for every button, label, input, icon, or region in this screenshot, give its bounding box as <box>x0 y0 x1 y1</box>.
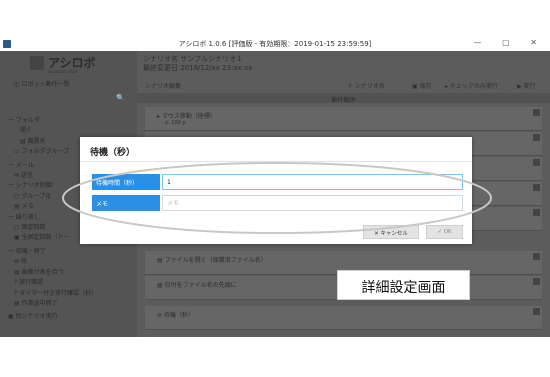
tree-item[interactable]: ー フォルダ <box>8 116 97 126</box>
window-controls[interactable]: — ▢ ✕ <box>474 38 546 47</box>
tree-item[interactable]: ▤ 作業途中終了 <box>8 299 97 309</box>
tree-item[interactable]: ? タイマー付き実行確認（秒） <box>8 289 97 299</box>
dialog-title: 待機（秒） <box>90 148 136 158</box>
action-detail: x: 100 y: <box>165 120 187 126</box>
action-order-header: 動作順序 <box>137 93 550 104</box>
check-run-button[interactable]: ▸ チェックのみ実行 <box>445 81 498 90</box>
logo-mark-icon <box>30 56 44 70</box>
action-title: ▤ 日付をファイル名の先頭に <box>157 282 237 289</box>
app-logo: アシロボ assistant robot <box>30 54 110 76</box>
search-icon[interactable]: 🔍 <box>116 94 125 102</box>
tab-scenario-edit[interactable]: シナリオ編集 <box>145 81 181 90</box>
tree-item[interactable]: 開く <box>8 126 97 136</box>
window-titlebar: アシロボ 1.0.6 [評価版 - 有効期限：2019-01-15 23:59:… <box>0 37 550 51</box>
logo-subtitle: assistant robot <box>48 69 78 74</box>
row-menu-icon[interactable] <box>533 134 540 141</box>
robot-action-list-header[interactable]: ◫ ロボット動作一覧 <box>14 79 70 88</box>
caption-label: 詳細設定画面 <box>337 270 470 300</box>
scenario-info: シナリオ名 サンプルシナリオ１ 最終変更日 2018/12/xx 23:xx:x… <box>143 55 252 73</box>
new-scenario-button[interactable]: ＋ シナリオ名 <box>347 81 385 90</box>
screenshot-stage: アシロボ 1.0.6 [評価版 - 有効期限：2019-01-15 23:59:… <box>0 0 550 377</box>
row-menu-icon[interactable] <box>533 184 540 191</box>
action-title: ▸ マウス移動（座標） <box>157 113 216 120</box>
window-title: アシロボ 1.0.6 [評価版 - 有効期限：2019-01-15 23:59:… <box>178 40 372 48</box>
tree-item[interactable]: ▣ 別シナリオ実行 <box>8 312 97 322</box>
action-row[interactable]: ▸ マウス移動（座標） x: 100 y: <box>145 107 542 131</box>
row-menu-icon[interactable] <box>533 253 540 260</box>
action-title: ⊘ 待機（秒） <box>157 312 194 319</box>
run-button[interactable]: ▶ 実行 <box>517 81 536 90</box>
highlight-ellipse <box>62 162 492 234</box>
editor-toolbar: シナリオ編集 ＋ シナリオ名 ▣ 保存 ▸ チェックのみ実行 ▶ 実行 <box>137 77 550 91</box>
row-menu-icon[interactable] <box>533 278 540 285</box>
tree-item[interactable]: ⊘ 待 <box>8 257 97 267</box>
row-menu-icon[interactable] <box>533 159 540 166</box>
scenario-name: シナリオ名 サンプルシナリオ１ <box>143 55 244 63</box>
row-menu-icon[interactable] <box>533 209 540 216</box>
tree-item[interactable]: ー 待機・終了 <box>8 247 97 257</box>
tree-item[interactable]: ? 実行確認 <box>8 278 97 288</box>
row-menu-icon[interactable] <box>533 109 540 116</box>
scenario-modified: 最終変更日 2018/12/xx 23:xx:xx <box>143 64 253 72</box>
row-menu-icon[interactable] <box>533 308 540 315</box>
save-button[interactable]: ▣ 保存 <box>412 81 432 90</box>
action-title: ▤ ファイルを開く（保護済ファイル名） <box>157 257 267 264</box>
tree-item[interactable]: ▤ 画像が表を待つ <box>8 268 97 278</box>
action-row[interactable]: ⊘ 待機（秒） <box>145 306 542 330</box>
